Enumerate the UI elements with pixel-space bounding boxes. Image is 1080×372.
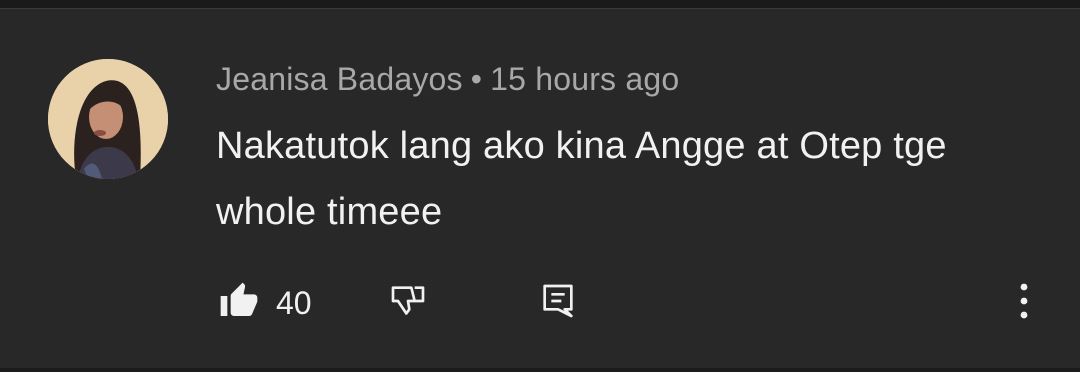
meta-separator: •	[470, 61, 483, 97]
dislike-button[interactable]	[384, 279, 432, 327]
reply-button[interactable]	[534, 279, 582, 327]
comment-item: Jeanisa Badayos • 15 hours ago Nakatutok l…	[0, 9, 1080, 368]
comment-actions: 40	[0, 271, 1080, 327]
bottom-divider	[0, 368, 1080, 372]
comment-meta: Jeanisa Badayos • 15 hours ago	[216, 61, 679, 98]
top-divider	[0, 0, 1080, 9]
avatar[interactable]	[48, 59, 168, 179]
like-count: 40	[276, 285, 312, 321]
comment-reply-icon	[538, 281, 578, 326]
comment-text: Nakatutok lang ako kina Angge at Otep tg…	[216, 125, 947, 233]
comment-timestamp[interactable]: 15 hours ago	[490, 61, 679, 97]
thumbs-down-icon	[388, 281, 428, 326]
more-vertical-icon	[1018, 281, 1030, 326]
author-name[interactable]: Jeanisa Badayos	[216, 61, 463, 97]
more-options-button[interactable]	[1006, 279, 1042, 327]
thumbs-up-icon	[219, 281, 259, 326]
like-button[interactable]	[214, 279, 264, 327]
